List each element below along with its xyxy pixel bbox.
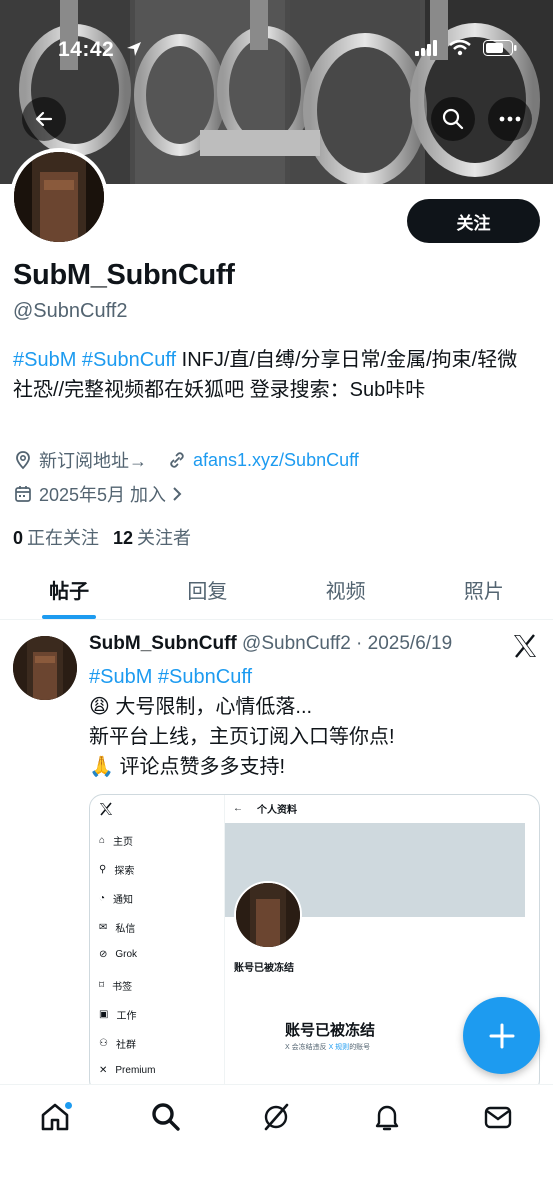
wifi-icon (449, 40, 471, 56)
nav-search[interactable] (136, 1101, 196, 1141)
more-icon (499, 116, 521, 122)
status-indicators (415, 40, 517, 56)
bookmark-icon: ⌑ (99, 980, 105, 991)
bio-hashtags[interactable]: #SubM #SubnCuff (13, 349, 176, 371)
bell-icon: ◔ (99, 893, 106, 904)
embed-nav-communities: ⚇ 社群 (99, 1038, 136, 1051)
plus-icon (489, 1023, 514, 1048)
notification-dot (64, 1101, 74, 1110)
tab-posts[interactable]: 帖子 (0, 560, 138, 619)
embed-frozen-title: 账号已被冻结 (285, 1022, 376, 1039)
tab-photos[interactable]: 照片 (415, 560, 553, 619)
post-hashtags[interactable]: #SubM #SubnCuff (89, 662, 529, 692)
post-avatar[interactable] (13, 636, 77, 700)
embed-nav-premium: ✕ Premium (99, 1065, 156, 1076)
post-meta: @SubnCuff2 · 2025/6/19 (236, 633, 453, 654)
more-button[interactable] (488, 97, 532, 141)
people-icon: ⚇ (99, 1038, 108, 1049)
grok-icon: ⊘ (99, 949, 108, 960)
profile-handle: @SubnCuff2 (13, 300, 128, 322)
post-line-3: 🙏 评论点赞多多支持! (89, 756, 286, 778)
profile-avatar[interactable] (10, 148, 108, 246)
back-arrow-icon (35, 111, 53, 127)
followers-stat[interactable]: 12 关注者 (113, 524, 191, 550)
following-stat[interactable]: 0 正在关注 (13, 524, 99, 550)
profile-tabs: 帖子 回复 视频 照片 (0, 560, 553, 620)
embed-sidebar: ⌂ 主页 ⚲ 探索 ◔ 通知 ✉ 私信 ⊘ Grok ⌑ 书签 ▣ 工作 ⚇ 社群 ✕ Premi… (90, 795, 225, 1093)
embed-nav-explore: ⚲ 探索 (99, 864, 135, 877)
status-time: 14:42 (58, 38, 115, 61)
embed-nav-notifications: ◔ 通知 (99, 893, 134, 906)
embed-nav-grok: ⊘ Grok (99, 949, 138, 960)
embed-nav-home: ⌂ 主页 (99, 835, 134, 848)
joined-text[interactable]: 2025年5月 加入 (39, 481, 166, 507)
compose-button[interactable] (463, 997, 540, 1074)
post-text: #SubM #SubnCuff 😩 大号限制，心情低落... 新平台上线，主页订… (89, 662, 529, 782)
nav-messages[interactable] (468, 1101, 528, 1141)
embed-back-icon: ← (233, 803, 243, 814)
bottom-nav (0, 1084, 553, 1200)
x-icon: ✕ (99, 1065, 108, 1076)
briefcase-icon: ▣ (99, 1009, 109, 1020)
embed-nav-bookmarks: ⌑ 书签 (99, 980, 133, 993)
home-icon: ⌂ (99, 835, 106, 846)
embed-frozen-note: X 会冻结违反 X 规则的账号 (285, 1044, 371, 1051)
active-tab-indicator (42, 615, 97, 619)
link-icon (167, 450, 187, 470)
battery-icon (483, 40, 517, 56)
grok-icon (265, 1103, 289, 1131)
post-line-1: 😩 大号限制，心情低落... (89, 696, 313, 718)
nav-grok[interactable] (246, 1101, 306, 1141)
mail-icon: ✉ (99, 922, 108, 933)
display-name: SubM_SubnCuff (13, 259, 235, 291)
website-link[interactable]: afans1.xyz/SubnCuff (193, 450, 359, 471)
back-button[interactable] (22, 97, 66, 141)
search-icon (152, 1103, 180, 1131)
follow-button[interactable]: 关注 (407, 199, 540, 243)
profile-meta-links: 新订阅地址→ afans1.xyz/SubnCuff (13, 447, 359, 473)
location-icon (13, 450, 33, 470)
search-icon (442, 108, 464, 130)
embed-avatar (234, 881, 302, 949)
follow-stats: 0 正在关注 12 关注者 (13, 524, 191, 550)
joined-row: 2025年5月 加入 (13, 481, 190, 507)
location-text: 新订阅地址→ (39, 451, 147, 471)
embed-header: ← 个人资料 (233, 803, 297, 816)
search-icon: ⚲ (99, 864, 107, 875)
avatar-image (14, 152, 104, 242)
post-header: SubM_SubnCuff @SubnCuff2 · 2025/6/19 (89, 633, 452, 655)
embed-frozen-label: 账号已被冻结 (234, 963, 294, 974)
chevron-right-icon (170, 486, 184, 502)
tab-replies[interactable]: 回复 (138, 560, 276, 619)
embed-nav-messages: ✉ 私信 (99, 922, 136, 935)
x-logo-icon[interactable] (512, 634, 538, 663)
post-author-name[interactable]: SubM_SubnCuff (89, 633, 237, 654)
calendar-icon (13, 484, 33, 504)
nav-notifications[interactable] (357, 1101, 417, 1141)
nav-home[interactable] (25, 1101, 85, 1141)
post-line-2: 新平台上线，主页订阅入口等你点! (89, 726, 395, 748)
signal-icon (415, 40, 437, 56)
embed-x-logo-icon (99, 802, 113, 821)
bell-icon (375, 1105, 399, 1131)
embed-nav-jobs: ▣ 工作 (99, 1009, 137, 1022)
tab-videos[interactable]: 视频 (277, 560, 415, 619)
mail-icon (484, 1106, 511, 1129)
location-arrow-icon (125, 40, 143, 63)
profile-bio: #SubM #SubnCuff INFJ/直/自缚/分享日常/金属/拘束/轻微社… (13, 345, 533, 405)
search-button[interactable] (431, 97, 475, 141)
